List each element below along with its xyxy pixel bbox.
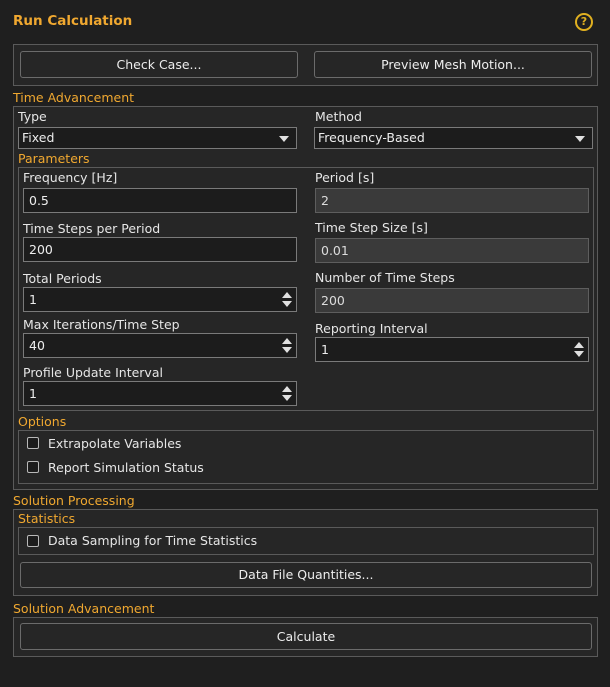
- reporting-interval-stepper[interactable]: 1: [315, 337, 589, 362]
- data-sampling-checkbox[interactable]: [27, 535, 39, 547]
- spin-down-icon[interactable]: [282, 395, 292, 401]
- method-value: Frequency-Based: [318, 130, 425, 145]
- steps-per-period-value: 200: [29, 242, 53, 257]
- solution-advancement-label: Solution Advancement: [13, 601, 155, 616]
- frequency-label: Frequency [Hz]: [23, 170, 118, 185]
- extrapolate-variables-label: Extrapolate Variables: [48, 436, 182, 451]
- total-periods-label: Total Periods: [23, 271, 102, 286]
- steps-per-period-field[interactable]: 200: [23, 237, 297, 262]
- reporting-interval-value: 1: [321, 342, 329, 357]
- method-dropdown[interactable]: Frequency-Based: [314, 127, 593, 149]
- time-step-size-label: Time Step Size [s]: [315, 220, 428, 235]
- num-time-steps-value: 200: [321, 293, 345, 308]
- spin-down-icon[interactable]: [574, 351, 584, 357]
- profile-update-stepper[interactable]: 1: [23, 381, 297, 406]
- options-label: Options: [18, 414, 67, 429]
- check-case-button[interactable]: Check Case...: [20, 51, 298, 78]
- data-sampling-label: Data Sampling for Time Statistics: [48, 533, 258, 548]
- spin-down-icon[interactable]: [282, 347, 292, 353]
- chevron-down-icon: [575, 136, 585, 142]
- type-dropdown[interactable]: Fixed: [18, 127, 297, 149]
- reporting-interval-label: Reporting Interval: [315, 321, 428, 336]
- calculate-button[interactable]: Calculate: [20, 623, 592, 650]
- frequency-field[interactable]: 0.5: [23, 188, 297, 213]
- total-periods-stepper[interactable]: 1: [23, 287, 297, 312]
- type-label: Type: [18, 109, 47, 124]
- extrapolate-variables-checkbox[interactable]: [27, 437, 39, 449]
- help-icon[interactable]: ?: [575, 13, 593, 31]
- spin-up-icon[interactable]: [574, 342, 584, 348]
- num-time-steps-field: 200: [315, 288, 589, 313]
- parameters-label: Parameters: [18, 151, 90, 166]
- time-step-size-value: 0.01: [321, 243, 349, 258]
- period-label: Period [s]: [315, 170, 375, 185]
- data-file-quantities-button[interactable]: Data File Quantities...: [20, 562, 592, 588]
- max-iterations-label: Max Iterations/Time Step: [23, 317, 180, 332]
- spin-up-icon[interactable]: [282, 386, 292, 392]
- time-step-size-field: 0.01: [315, 238, 589, 263]
- report-simulation-status-checkbox[interactable]: [27, 461, 39, 473]
- period-field: 2: [315, 188, 589, 213]
- spin-up-icon[interactable]: [282, 338, 292, 344]
- max-iterations-value: 40: [29, 338, 45, 353]
- frequency-value: 0.5: [29, 193, 49, 208]
- profile-update-value: 1: [29, 386, 37, 401]
- method-label: Method: [315, 109, 362, 124]
- max-iterations-stepper[interactable]: 40: [23, 333, 297, 358]
- profile-update-label: Profile Update Interval: [23, 365, 163, 380]
- num-time-steps-label: Number of Time Steps: [315, 270, 455, 285]
- steps-per-period-label: Time Steps per Period: [23, 221, 161, 236]
- statistics-label: Statistics: [18, 511, 76, 526]
- panel-title: Run Calculation: [13, 13, 133, 29]
- solution-processing-label: Solution Processing: [13, 493, 135, 508]
- spin-up-icon[interactable]: [282, 292, 292, 298]
- period-value: 2: [321, 193, 329, 208]
- spin-down-icon[interactable]: [282, 301, 292, 307]
- chevron-down-icon: [279, 136, 289, 142]
- type-value: Fixed: [22, 130, 55, 145]
- total-periods-value: 1: [29, 292, 37, 307]
- time-advancement-label: Time Advancement: [13, 90, 135, 105]
- report-simulation-status-label: Report Simulation Status: [48, 460, 204, 475]
- preview-mesh-motion-button[interactable]: Preview Mesh Motion...: [314, 51, 592, 78]
